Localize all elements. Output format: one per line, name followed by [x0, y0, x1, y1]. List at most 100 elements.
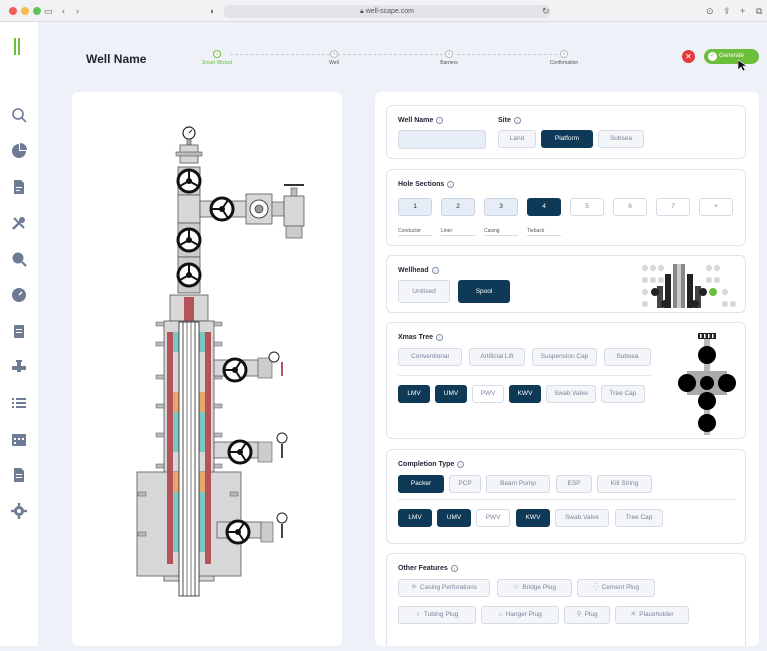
back-icon[interactable]: ‹	[62, 5, 65, 17]
info-icon: i	[457, 461, 465, 468]
search-icon[interactable]	[10, 106, 28, 124]
gear-icon[interactable]	[10, 502, 28, 520]
download-icon[interactable]: ⊙	[706, 5, 714, 17]
xmas-valve-kwv[interactable]: KWV	[509, 385, 541, 403]
site-option-platform[interactable]: Platform	[541, 130, 593, 148]
other-features-card: Other Features i ✳ Casing Perforations ☆ Br…	[386, 553, 746, 646]
site-option-subsea[interactable]: Subsea	[598, 130, 644, 148]
feature-bridge-plug[interactable]: ☆ Bridge Plug	[497, 579, 572, 597]
calendar-icon[interactable]	[10, 430, 28, 448]
list-icon[interactable]	[10, 394, 28, 412]
generate-button[interactable]: ✓ Generate	[704, 49, 759, 64]
xmas-tree-title: Xmas Tree i	[398, 334, 444, 341]
xmas-tree-card: Xmas Tree i Conventional Artificial Lift …	[386, 322, 746, 439]
completion-type-esp[interactable]: ESP	[556, 475, 592, 493]
maximize-window-icon[interactable]	[33, 7, 41, 15]
choke-valve-icon	[271, 184, 305, 239]
cancel-button[interactable]: ✕	[682, 50, 695, 63]
hole-option-4[interactable]: 4	[527, 198, 561, 216]
hole-option-3[interactable]: 3	[484, 198, 518, 216]
site-title: Site i	[498, 117, 521, 124]
plug-icon: ⚲	[576, 611, 582, 618]
xmas-type-subsea[interactable]: Subsea	[604, 348, 651, 366]
hole-sections-title: Hole Sections i	[398, 181, 455, 188]
hole-option-7[interactable]: 7	[656, 198, 690, 216]
completion-valve-kwv[interactable]: KWV	[516, 509, 550, 527]
completion-valve-tree-cap[interactable]: Tree Cap	[615, 509, 663, 527]
upper-master-valve-wheel-icon	[176, 222, 202, 258]
well-name-input[interactable]	[398, 130, 486, 149]
sidebar-toggle-icon[interactable]: ▭	[44, 5, 53, 17]
completion-type-title: Completion Type i	[398, 461, 465, 468]
document-alert-icon[interactable]	[10, 178, 28, 196]
share-icon[interactable]: ⇪	[723, 5, 731, 17]
hole-label-tieback: Tieback	[527, 228, 545, 234]
pie-chart-icon[interactable]	[10, 142, 28, 160]
hole-sections-card: Hole Sections i 1 2 3 4 5 6 7 + Conductor…	[386, 169, 746, 246]
wellhead-title: Wellhead i	[398, 267, 439, 274]
minimize-window-icon[interactable]	[21, 7, 29, 15]
xmas-type-artificial-lift[interactable]: Artificial Lift	[469, 348, 525, 366]
feature-cement-plug[interactable]: ⁛ Cement Plug	[577, 579, 655, 597]
step-well[interactable]: 2 Well	[304, 50, 364, 66]
completion-valve-umv[interactable]: UMV	[437, 509, 471, 527]
hole-option-6[interactable]: 6	[613, 198, 647, 216]
generate-label: Generate	[719, 53, 745, 59]
feature-placeholder[interactable]: ✳ Placeholder	[615, 606, 689, 624]
wellhead-option-spool[interactable]: Spool	[458, 280, 510, 303]
address-bar[interactable]: 🔒︎ well-scape.com	[224, 5, 550, 18]
completion-type-beam-pump[interactable]: Beam Pump	[486, 475, 550, 493]
magnify-icon[interactable]	[10, 250, 28, 268]
info-icon: i	[436, 334, 444, 341]
xmas-valve-umv[interactable]: UMV	[435, 385, 467, 403]
step-confirmation[interactable]: 4 Confirmation	[534, 50, 594, 66]
hanger-icon: ⌂	[498, 611, 503, 618]
completion-type-kill-string[interactable]: Kill String	[597, 475, 652, 493]
wellhead-option-unitised[interactable]: Unitised	[398, 280, 450, 303]
sidebar	[0, 22, 38, 646]
completion-type-pcp[interactable]: PCP	[449, 475, 481, 493]
hole-option-1[interactable]: 1	[398, 198, 432, 216]
gauge-icon[interactable]	[10, 286, 28, 304]
completion-type-packer[interactable]: Packer	[398, 475, 444, 493]
xmas-valve-pwv[interactable]: PWV	[472, 385, 504, 403]
tools-icon[interactable]	[10, 214, 28, 232]
report-icon[interactable]	[10, 466, 28, 484]
completion-valve-pwv[interactable]: PWV	[476, 509, 510, 527]
xmas-type-conventional[interactable]: Conventional	[398, 348, 462, 366]
tabs-overview-icon[interactable]: ⧉	[756, 5, 762, 17]
xmas-valve-swab[interactable]: Swab Valve	[546, 385, 596, 403]
hole-option-5[interactable]: 5	[570, 198, 604, 216]
close-window-icon[interactable]	[9, 7, 17, 15]
completion-valve-swab[interactable]: Swab Valve	[555, 509, 609, 527]
sparkle-icon: ✳	[630, 611, 637, 618]
hole-option-add[interactable]: +	[699, 198, 733, 216]
annulus-valve-b-wheel-icon	[213, 432, 288, 465]
info-icon: i	[450, 565, 458, 572]
xmas-valve-lmv[interactable]: LMV	[398, 385, 430, 403]
xmas-tree-preview-diagram	[678, 333, 736, 435]
app-logo	[14, 38, 22, 60]
feature-plug[interactable]: ⚲ Plug	[564, 606, 610, 624]
forward-icon[interactable]: ›	[76, 5, 79, 17]
wing-valve-wheel-icon	[209, 196, 235, 222]
xmas-valve-tree-cap[interactable]: Tree Cap	[601, 385, 645, 403]
reload-icon[interactable]: ↻	[542, 5, 550, 17]
feature-casing-perforations[interactable]: ✳ Casing Perforations	[398, 579, 490, 597]
hole-label-conductor: Conductor	[398, 228, 422, 234]
step-barriers[interactable]: 3 Barriers	[419, 50, 479, 66]
cement-icon: ⁛	[592, 584, 599, 591]
completion-valve-lmv[interactable]: LMV	[398, 509, 432, 527]
hole-option-2[interactable]: 2	[441, 198, 475, 216]
step-smart-wizard[interactable]: 1 Smart Wizard	[187, 50, 247, 66]
site-option-land[interactable]: Land	[498, 130, 536, 148]
valve-icon[interactable]	[10, 358, 28, 376]
tubing-icon: ♁	[415, 611, 421, 618]
clipboard-icon[interactable]	[10, 322, 28, 340]
xmas-type-suspension-cap[interactable]: Suspension Cap	[532, 348, 597, 366]
new-tab-icon[interactable]: +	[740, 5, 745, 17]
pressure-gauge-icon	[182, 126, 196, 146]
well-name-title: Well Name i	[398, 117, 444, 124]
feature-tubing-plug[interactable]: ♁ Tubing Plug	[398, 606, 476, 624]
feature-hanger-plug[interactable]: ⌂ Hanger Plug	[481, 606, 559, 624]
